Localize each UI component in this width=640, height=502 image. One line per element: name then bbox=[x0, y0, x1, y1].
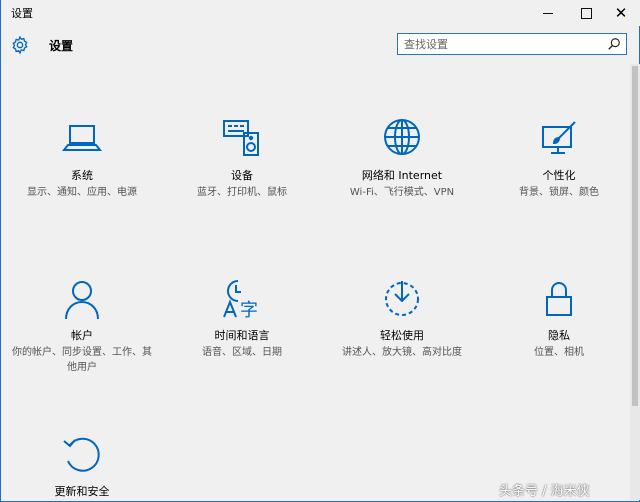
ease-of-access-icon bbox=[385, 281, 419, 316]
minimize-icon bbox=[543, 12, 553, 14]
search-input[interactable] bbox=[404, 37, 594, 51]
tile-system[interactable]: 系统 显示、通知、应用、电源 bbox=[12, 117, 152, 200]
tile-devices[interactable]: 设备 蓝牙、打印机、鼠标 bbox=[172, 117, 312, 200]
maximize-icon bbox=[580, 7, 592, 19]
scrollbar-thumb[interactable] bbox=[632, 66, 638, 406]
minimize-button[interactable] bbox=[528, 0, 568, 26]
tile-name: 隐私 bbox=[548, 329, 570, 342]
tile-name: 轻松使用 bbox=[380, 329, 424, 342]
tile-name: 帐户 bbox=[71, 329, 93, 342]
tile-network[interactable]: 网络和 Internet Wi-Fi、飞行模式、VPN bbox=[332, 117, 472, 200]
tile-name: 设备 bbox=[231, 169, 253, 182]
svg-text:字: 字 bbox=[240, 300, 258, 321]
tile-update-security[interactable]: 更新和安全 bbox=[12, 433, 152, 499]
tile-name: 系统 bbox=[71, 169, 93, 182]
tile-name: 时间和语言 bbox=[214, 329, 270, 342]
tile-description: 讲述人、放大镜、高对比度 bbox=[342, 347, 462, 358]
person-icon bbox=[65, 281, 99, 320]
gear-icon bbox=[12, 35, 28, 55]
tile-personalization[interactable]: 个性化 背景、锁屏、颜色 bbox=[489, 117, 629, 200]
page-title: 设置 bbox=[49, 39, 74, 53]
tile-description: 蓝牙、打印机、鼠标 bbox=[197, 187, 287, 198]
lock-icon bbox=[546, 282, 572, 316]
tile-accounts[interactable]: 帐户 你的帐户、同步设置、工作、其他用户 bbox=[12, 277, 152, 375]
settings-window: 设置 ✕ 设置 系统 显示、通知、应用、电源 bbox=[0, 0, 640, 502]
update-icon bbox=[63, 437, 100, 472]
window-title: 设置 bbox=[11, 7, 33, 20]
tile-description: 语音、区域、日期 bbox=[202, 347, 282, 358]
paint-icon bbox=[542, 121, 576, 154]
tile-time-language[interactable]: 字 时间和语言 语音、区域、日期 bbox=[172, 277, 312, 360]
search-box[interactable] bbox=[397, 33, 627, 55]
tile-ease-of-access[interactable]: 轻松使用 讲述人、放大镜、高对比度 bbox=[332, 277, 472, 360]
tile-name: 网络和 Internet bbox=[361, 169, 443, 182]
title-bar[interactable]: 设置 ✕ bbox=[1, 0, 640, 26]
close-icon: ✕ bbox=[614, 3, 628, 22]
close-button[interactable]: ✕ bbox=[601, 0, 640, 26]
scrollbar[interactable] bbox=[630, 64, 640, 500]
laptop-icon bbox=[61, 125, 103, 151]
search-icon[interactable] bbox=[607, 37, 621, 51]
watermark-text: 头条号 / 海米侠 bbox=[499, 484, 590, 499]
tile-description: 位置、相机 bbox=[534, 347, 584, 358]
maximize-button[interactable] bbox=[566, 0, 606, 26]
tile-privacy[interactable]: 隐私 位置、相机 bbox=[489, 277, 629, 360]
devices-icon bbox=[223, 120, 259, 156]
tile-name: 个性化 bbox=[542, 169, 576, 182]
tile-name: 更新和安全 bbox=[54, 485, 110, 498]
tile-description: 显示、通知、应用、电源 bbox=[27, 187, 137, 198]
tile-description: Wi-Fi、飞行模式、VPN bbox=[349, 187, 455, 198]
globe-icon bbox=[384, 119, 420, 155]
tile-description: 背景、锁屏、颜色 bbox=[519, 187, 599, 198]
time-language-icon: 字 bbox=[223, 280, 258, 321]
tile-description: 你的帐户、同步设置、工作、其他用户 bbox=[12, 347, 152, 373]
